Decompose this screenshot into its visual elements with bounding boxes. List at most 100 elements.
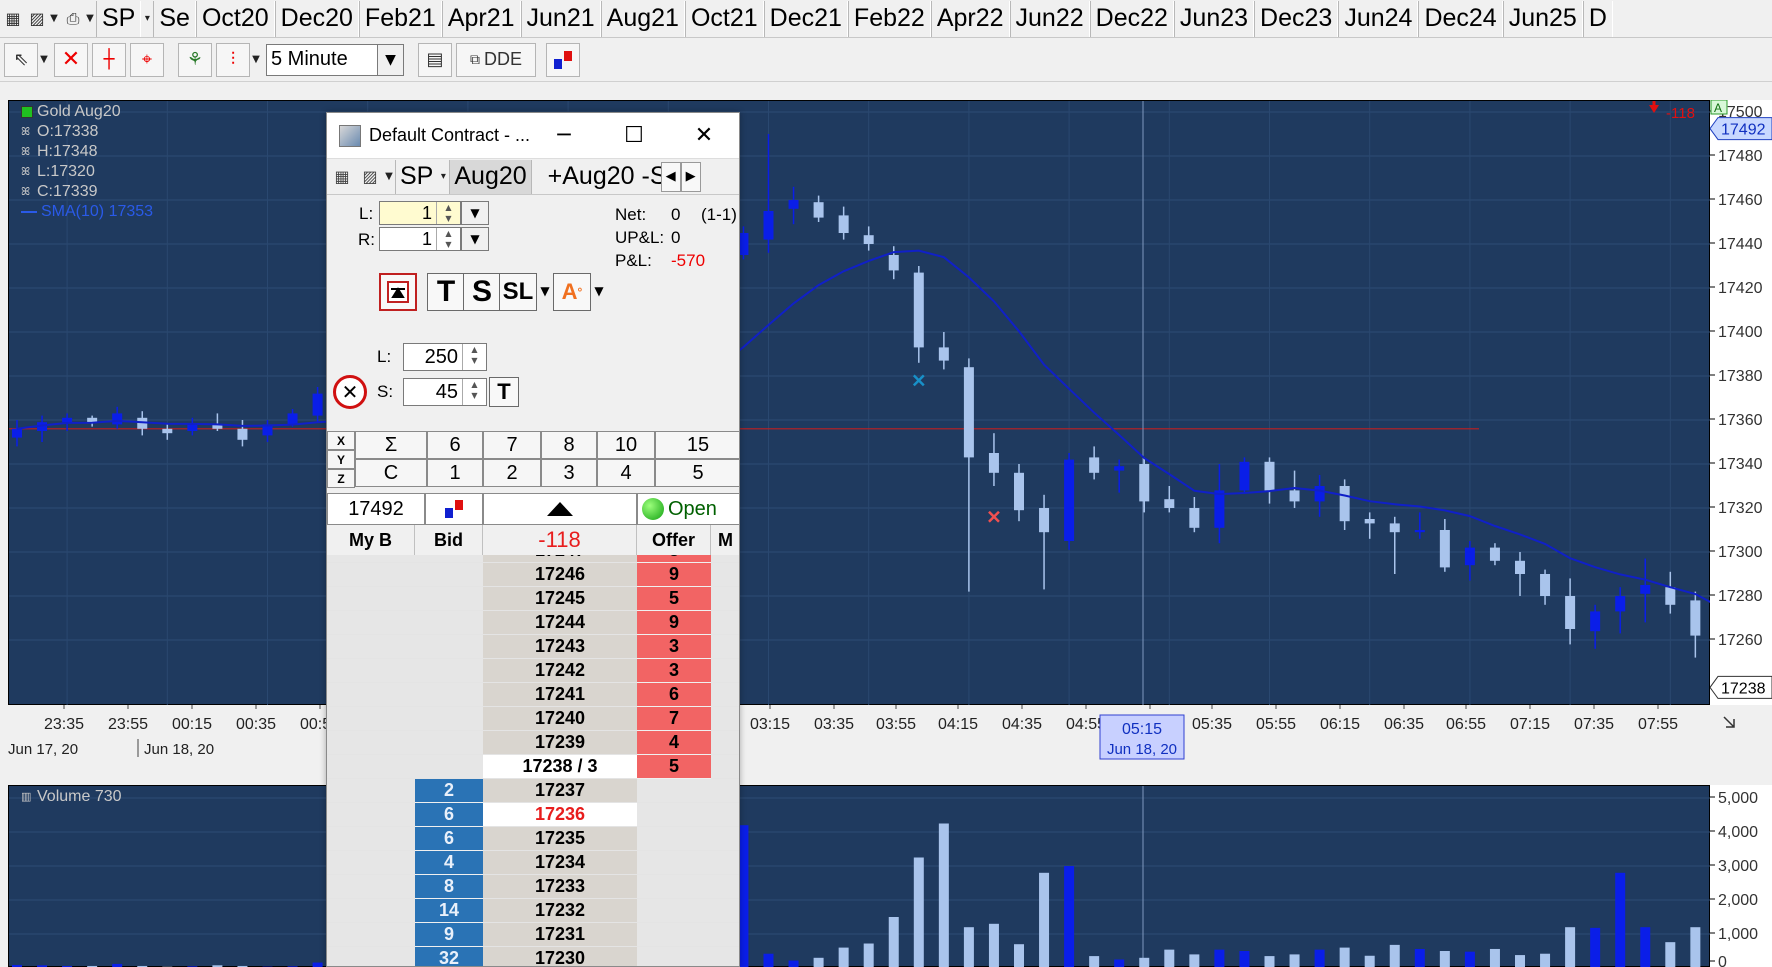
settings-icon[interactable]: ▦ (329, 163, 355, 191)
ladder-offer-cell[interactable]: 7 (637, 707, 711, 731)
header-my-bids[interactable]: My B (327, 525, 415, 555)
t-button-small[interactable]: T (489, 377, 519, 407)
contract-tab[interactable]: Jun21 (520, 0, 601, 37)
ladder-bid-cell[interactable]: 6 (415, 803, 483, 827)
contract-tab[interactable]: Oct21 (684, 0, 764, 37)
price-axis[interactable]: 17500 17480 17460 17440 17420 17400 17380 17360… (1709, 99, 1772, 705)
ladder-offer-cell[interactable]: 3 (637, 659, 711, 683)
ladder-bid-cell[interactable] (415, 635, 483, 659)
contract-tab[interactable]: Feb22 (847, 0, 931, 37)
ladder-price-cell[interactable]: 17235 (483, 827, 637, 851)
sl-dropdown-icon[interactable]: ▼ (537, 280, 553, 304)
ladder-row[interactable]: 9 17231 (327, 923, 739, 947)
ladder-row[interactable]: 17244 9 (327, 611, 739, 635)
ladder-my-bid-cell[interactable] (327, 851, 415, 875)
sl-button[interactable]: SL (499, 273, 537, 311)
ladder-bid-cell[interactable] (415, 611, 483, 635)
auto-dropdown-icon[interactable]: ▼ (591, 280, 607, 304)
chevron-down-icon[interactable]: ▼ (48, 6, 60, 32)
limit-offset-input[interactable]: 250 ▲ ▼ (403, 343, 487, 371)
crosshair-icon[interactable]: ┼ (92, 42, 126, 77)
interval-dropdown-icon[interactable]: ▼ (378, 43, 404, 76)
ladder-price-cell[interactable]: 17245 (483, 587, 637, 611)
ladder-price-cell[interactable]: 17234 (483, 851, 637, 875)
chart-icon[interactable]: ▨ (26, 6, 48, 32)
quantity-preset-button[interactable]: 1 (427, 459, 483, 487)
ladder-my-offer-cell[interactable] (711, 851, 739, 875)
scroll-left-icon[interactable]: ◀ (660, 161, 681, 192)
ladder-row[interactable]: 2 17237 (327, 779, 739, 803)
dom-symbol-tab[interactable]: SP (395, 159, 437, 194)
center-ladder-icon[interactable] (483, 493, 637, 525)
ladder-my-offer-cell[interactable] (711, 779, 739, 803)
ladder-offer-cell[interactable]: 6 (637, 683, 711, 707)
ladder-my-bid-cell[interactable] (327, 563, 415, 587)
ladder-my-bid-cell[interactable] (327, 683, 415, 707)
contract-tab[interactable]: Apr22 (930, 0, 1010, 37)
header-my-offers[interactable]: M (711, 525, 739, 555)
time-axis[interactable]: 23:35 23:55 00:15 00:35 00:55 03:15 03:35 03:55… (8, 705, 1772, 763)
ladder-my-offer-cell[interactable] (711, 611, 739, 635)
color-swap-icon[interactable] (546, 42, 580, 77)
price-ladder[interactable]: 1724781724691724551724491724331724231724… (327, 555, 739, 966)
ladder-row[interactable]: 172478 (327, 555, 739, 563)
printer-icon[interactable]: ⎙ (62, 6, 84, 32)
symbol-dropdown-icon[interactable]: ▾ (437, 164, 449, 190)
ladder-my-offer-cell[interactable] (711, 587, 739, 611)
ladder-my-bid-cell[interactable] (327, 755, 415, 779)
l-qty-dropdown-icon[interactable]: ▼ (461, 201, 489, 225)
ladder-bid-cell[interactable] (415, 755, 483, 779)
symbol-dropdown-icon[interactable]: ▾ (141, 6, 153, 32)
ladder-my-bid-cell[interactable] (327, 555, 415, 563)
ladder-row[interactable]: 32 17230 (327, 947, 739, 966)
volume-pane[interactable]: ▥ Volume 730 (8, 785, 1726, 967)
quantity-preset-button[interactable]: 6 (427, 431, 483, 459)
spin-arrows-icon[interactable]: ▲ ▼ (462, 379, 486, 405)
ladder-offer-cell[interactable]: 3 (637, 635, 711, 659)
ladder-offer-cell[interactable] (637, 923, 711, 947)
ladder-my-bid-cell[interactable] (327, 923, 415, 947)
spin-arrows-icon[interactable]: ▲ ▼ (436, 202, 460, 224)
ladder-price-cell[interactable]: 17247 (483, 555, 637, 563)
scroll-right-icon[interactable]: ▶ (680, 161, 701, 192)
ladder-my-offer-cell[interactable] (711, 635, 739, 659)
ladder-offer-cell[interactable]: 8 (637, 555, 711, 563)
ladder-bid-cell[interactable] (415, 683, 483, 707)
ladder-offer-cell[interactable] (637, 803, 711, 827)
auto-oco-icon[interactable]: A ° (553, 273, 591, 311)
contract-tab[interactable]: Jun23 (1173, 0, 1255, 37)
ladder-bid-cell[interactable] (415, 563, 483, 587)
ladder-offer-cell[interactable]: 5 (637, 755, 711, 779)
symbol-tab[interactable]: SP (96, 0, 142, 37)
pointer-icon[interactable]: ⇖ (4, 42, 38, 77)
ladder-my-offer-cell[interactable] (711, 683, 739, 707)
ladder-row[interactable]: 17239 4 (327, 731, 739, 755)
ladder-row[interactable]: 17246 9 (327, 563, 739, 587)
stop-offset-input[interactable]: 45 ▲ ▼ (403, 378, 487, 406)
dom-contract-tab[interactable]: Aug20 (449, 159, 531, 194)
ladder-bid-cell[interactable]: 14 (415, 899, 483, 923)
ladder-my-bid-cell[interactable] (327, 611, 415, 635)
minimize-icon[interactable]: ─ (529, 113, 599, 159)
ladder-my-bid-cell[interactable] (327, 947, 415, 966)
ladder-bid-cell[interactable] (415, 659, 483, 683)
chevron-down-icon[interactable]: ▼ (84, 6, 96, 32)
ladder-bid-cell[interactable] (415, 731, 483, 755)
ladder-row[interactable]: 17241 6 (327, 683, 739, 707)
ladder-offer-cell[interactable] (637, 827, 711, 851)
ladder-my-offer-cell[interactable] (711, 555, 739, 563)
ladder-my-offer-cell[interactable] (711, 899, 739, 923)
interval-select[interactable]: 5 Minute (266, 43, 378, 76)
header-offer[interactable]: Offer (637, 525, 711, 555)
chevron-down-icon[interactable]: ▼ (250, 47, 262, 73)
ladder-price-cell[interactable]: 17230 (483, 947, 637, 966)
contract-tab[interactable]: Jun25 (1502, 0, 1583, 37)
quantity-preset-button[interactable]: C (355, 459, 427, 487)
ladder-bid-cell[interactable] (415, 555, 483, 563)
contract-tab[interactable]: Jun22 (1009, 0, 1090, 37)
ladder-my-offer-cell[interactable] (711, 659, 739, 683)
contract-tab[interactable]: Oct20 (195, 0, 275, 37)
ladder-price-cell[interactable]: 17246 (483, 563, 637, 587)
ladder-price-cell[interactable]: 17242 (483, 659, 637, 683)
ladder-price-cell[interactable]: 17243 (483, 635, 637, 659)
